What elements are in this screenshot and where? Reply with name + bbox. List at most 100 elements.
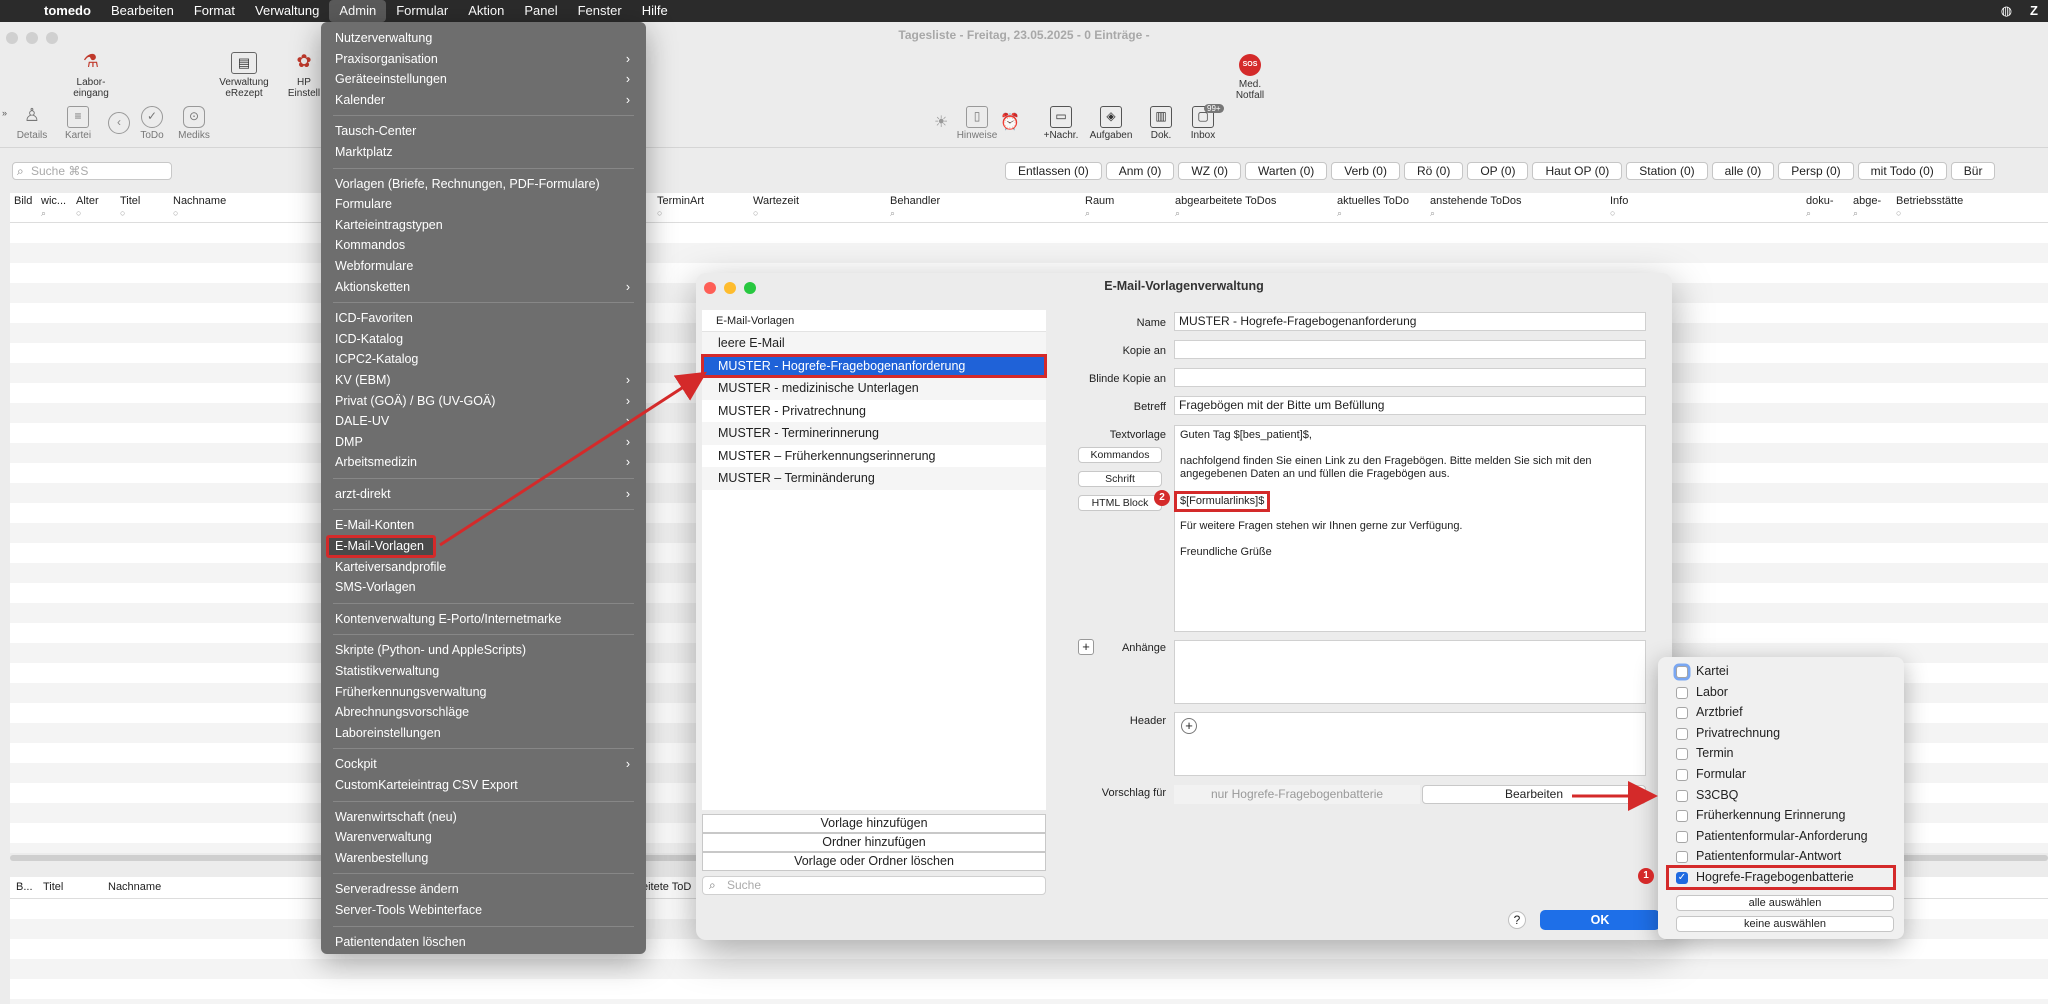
- hp-einstellungen-button[interactable]: ✿ HP Einstell: [284, 52, 324, 100]
- admin-menu-item[interactable]: arzt-direkt ›: [321, 484, 646, 505]
- filter-persp[interactable]: Persp (0): [1778, 162, 1854, 180]
- checkbox[interactable]: [1676, 666, 1688, 678]
- admin-menu-item[interactable]: Arbeitsmedizin ›: [321, 452, 646, 473]
- filter-op[interactable]: OP (0): [1467, 162, 1529, 180]
- suggestion-checkbox-row[interactable]: Privatrechnung: [1658, 723, 1904, 744]
- collapse-arrow-icon[interactable]: »: [2, 108, 7, 118]
- select-none-button[interactable]: keine auswählen: [1676, 916, 1894, 932]
- col-raum[interactable]: Raum ⌕: [1085, 195, 1114, 219]
- globe-icon[interactable]: ◍: [2001, 0, 2012, 22]
- col-abgearbeitete-todos[interactable]: abgearbeitete ToDos ⌕: [1175, 195, 1276, 219]
- admin-menu-item[interactable]: Formulare: [321, 194, 646, 215]
- admin-menu-item[interactable]: Vorlagen (Briefe, Rechnungen, PDF-Formul…: [321, 174, 646, 195]
- inbox-button[interactable]: ▢ Inbox 99+: [1186, 104, 1224, 141]
- suggestion-checkbox-row[interactable]: Labor: [1658, 682, 1904, 703]
- checkbox[interactable]: ✓: [1676, 871, 1688, 884]
- help-button[interactable]: ?: [1508, 911, 1526, 929]
- admin-menu-item[interactable]: Früherkennungsverwaltung: [321, 682, 646, 703]
- template-list-item[interactable]: MUSTER – Früherkennungserinnerung: [702, 445, 1046, 468]
- bcc-field[interactable]: [1174, 368, 1646, 387]
- checkbox[interactable]: [1676, 768, 1688, 781]
- admin-menu-item[interactable]: Karteiversandprofile: [321, 557, 646, 578]
- header-area[interactable]: +: [1174, 712, 1646, 776]
- schrift-button[interactable]: Schrift: [1078, 471, 1162, 487]
- user-initial[interactable]: Z: [2030, 0, 2038, 22]
- col2-nachname[interactable]: Nachname: [108, 881, 161, 893]
- menu-admin[interactable]: Admin: [329, 0, 387, 22]
- filter-warten[interactable]: Warten (0): [1245, 162, 1328, 180]
- admin-menu-item[interactable]: Aktionsketten ›: [321, 277, 646, 298]
- admin-menu-item[interactable]: Serveradresse ändern: [321, 879, 646, 900]
- suggestion-checkbox-row[interactable]: Formular: [1658, 764, 1904, 785]
- checkbox[interactable]: [1676, 851, 1688, 864]
- template-body-editor[interactable]: Guten Tag $[bes_patient]$, nachfolgend f…: [1173, 425, 1646, 632]
- admin-menu-item[interactable]: Warenwirtschaft (neu): [321, 807, 646, 828]
- admin-menu-item[interactable]: DALE-UV ›: [321, 411, 646, 432]
- template-list-item[interactable]: MUSTER - Privatrechnung: [702, 400, 1046, 423]
- dok-button[interactable]: ▥ Dok.: [1144, 106, 1178, 141]
- suggestion-checkbox-row[interactable]: Termin: [1658, 743, 1904, 764]
- suggestion-checkbox-row[interactable]: ✓ Hogrefe-Fragebogenbatterie: [1666, 864, 1896, 890]
- col2-todos[interactable]: eitete ToD: [642, 881, 691, 893]
- filter-roe[interactable]: Rö (0): [1403, 162, 1464, 180]
- template-list-item[interactable]: MUSTER – Terminänderung: [702, 467, 1046, 490]
- admin-menu-item[interactable]: Geräteeinstellungen ›: [321, 69, 646, 90]
- menu-bearbeiten[interactable]: Bearbeiten: [101, 0, 184, 22]
- mediks-button[interactable]: ⊙ Mediks: [176, 106, 212, 141]
- menu-panel[interactable]: Panel: [514, 0, 567, 22]
- filter-mit-todo[interactable]: mit Todo (0): [1857, 162, 1947, 180]
- details-button[interactable]: ♙ Details: [14, 106, 50, 142]
- menu-tomedo[interactable]: tomedo: [34, 0, 101, 22]
- admin-menu-item[interactable]: Skripte (Python- und AppleScripts): [321, 640, 646, 661]
- col-terminart[interactable]: TerminArt ○: [657, 195, 704, 218]
- filter-entlassen[interactable]: Entlassen (0): [1005, 162, 1102, 180]
- admin-menu-item[interactable]: ICD-Favoriten: [321, 308, 646, 329]
- suggestion-checkbox-row[interactable]: Früherkennung Erinnerung: [1658, 805, 1904, 826]
- col-alter[interactable]: Alter ○: [76, 195, 99, 218]
- col-bild[interactable]: Bild: [14, 195, 32, 207]
- col-wartezeit[interactable]: Wartezeit ○: [753, 195, 799, 218]
- col-nachname[interactable]: Nachname ○: [173, 195, 226, 218]
- col-wichtig[interactable]: wic... ⌕: [41, 195, 66, 219]
- todo-button[interactable]: ✓ ToDo: [134, 106, 170, 141]
- admin-menu-item[interactable]: KV (EBM) ›: [321, 370, 646, 391]
- hinweise-button[interactable]: ▯ Hinweise: [954, 106, 1000, 141]
- filter-haut-op[interactable]: Haut OP (0): [1532, 162, 1623, 180]
- admin-menu-item[interactable]: DMP ›: [321, 432, 646, 453]
- bearbeiten-button[interactable]: Bearbeiten: [1422, 785, 1646, 804]
- lamp-icon[interactable]: ☀: [934, 112, 948, 132]
- suggestion-checkbox-row[interactable]: Patientenformular-Antwort: [1658, 846, 1904, 867]
- admin-menu-item[interactable]: Patientendaten löschen: [321, 932, 646, 953]
- add-template-button[interactable]: Vorlage hinzufügen: [702, 814, 1046, 833]
- checkbox[interactable]: [1676, 686, 1688, 699]
- admin-menu-item[interactable]: Cockpit ›: [321, 754, 646, 775]
- template-list-item[interactable]: MUSTER - medizinische Unterlagen: [702, 377, 1046, 400]
- admin-menu-item[interactable]: E-Mail-Konten: [321, 515, 646, 536]
- admin-menu-item[interactable]: Marktplatz: [321, 142, 646, 163]
- menu-fenster[interactable]: Fenster: [568, 0, 632, 22]
- med-notfall-button[interactable]: SOS Med. Notfall: [1224, 52, 1276, 101]
- html-block-button[interactable]: HTML Block: [1078, 495, 1162, 511]
- suggestion-checkbox-row[interactable]: S3CBQ: [1658, 785, 1904, 806]
- col-aktuelles-todo[interactable]: aktuelles ToDo ⌕: [1337, 195, 1409, 219]
- admin-menu-item[interactable]: Praxisorganisation ›: [321, 49, 646, 70]
- admin-menu-item[interactable]: CustomKarteieintrag CSV Export: [321, 775, 646, 796]
- subject-field[interactable]: Fragebögen mit der Bitte um Befüllung: [1174, 396, 1646, 415]
- col2-titel[interactable]: Titel: [43, 881, 63, 893]
- admin-menu-item[interactable]: Warenverwaltung: [321, 827, 646, 848]
- checkbox[interactable]: [1676, 830, 1688, 843]
- col-abge[interactable]: abge- ⌕: [1853, 195, 1881, 219]
- col-betriebsstaette[interactable]: Betriebsstätte ○: [1896, 195, 1963, 218]
- admin-menu-item[interactable]: Karteieintragstypen: [321, 215, 646, 236]
- template-search-input[interactable]: ⌕ Suche: [702, 876, 1046, 895]
- admin-menu-item[interactable]: Server-Tools Webinterface: [321, 900, 646, 921]
- admin-menu-item[interactable]: Kontenverwaltung E-Porto/Internetmarke: [321, 609, 646, 630]
- admin-menu-item[interactable]: Tausch-Center: [321, 121, 646, 142]
- attachments-area[interactable]: [1174, 640, 1646, 704]
- add-header-icon[interactable]: +: [1181, 718, 1197, 734]
- menu-hilfe[interactable]: Hilfe: [632, 0, 678, 22]
- back-icon[interactable]: ‹: [108, 112, 130, 134]
- menu-aktion[interactable]: Aktion: [458, 0, 514, 22]
- admin-menu-item[interactable]: SMS-Vorlagen: [321, 577, 646, 598]
- col-doku[interactable]: doku- ⌕: [1806, 195, 1834, 219]
